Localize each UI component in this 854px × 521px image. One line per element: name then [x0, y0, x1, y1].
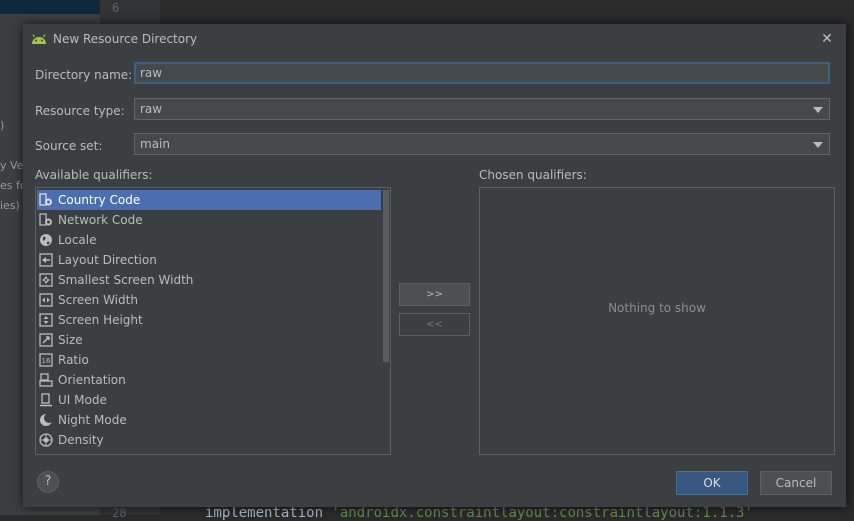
panel-text-fragment: ) — [0, 119, 5, 132]
scrollbar-thumb[interactable] — [383, 190, 389, 362]
qualifier-label: Layout Direction — [58, 253, 157, 267]
chosen-qualifiers-list[interactable]: Nothing to show — [479, 187, 835, 455]
orientation-icon — [39, 373, 53, 387]
code-string: 'androidx.constraintlayout:constraintlay… — [331, 505, 753, 521]
list-item-smallest-screen-width[interactable]: Smallest Screen Width — [37, 270, 381, 290]
line-number: 28 — [112, 506, 127, 520]
chosen-qualifiers-label: Chosen qualifiers: — [479, 168, 587, 182]
list-item-ratio[interactable]: 16 Ratio — [37, 350, 381, 370]
screen-width-icon — [39, 293, 53, 307]
list-item-screen-width[interactable]: Screen Width — [37, 290, 381, 310]
qualifier-label: Night Mode — [58, 413, 127, 427]
line-number: 6 — [112, 1, 120, 15]
source-set-dropdown[interactable]: main — [134, 133, 830, 155]
help-button[interactable]: ? — [37, 471, 59, 493]
directory-name-value: raw — [140, 66, 163, 80]
list-item-size[interactable]: Size — [37, 330, 381, 350]
list-item-night-mode[interactable]: Night Mode — [37, 410, 381, 430]
chevron-down-icon — [813, 107, 823, 113]
list-item-ui-mode[interactable]: UI Mode — [37, 390, 381, 410]
chevron-down-icon — [813, 142, 823, 148]
dialog-titlebar[interactable]: New Resource Directory ✕ — [23, 24, 846, 54]
available-qualifiers-list[interactable]: Country Code Network Code Locale Layout … — [35, 187, 391, 455]
qualifier-label: UI Mode — [58, 393, 107, 407]
panel-text-fragment: ies) — [0, 199, 20, 212]
country-code-icon — [39, 193, 53, 207]
resource-type-dropdown[interactable]: raw — [134, 98, 830, 120]
night-mode-icon — [39, 413, 54, 427]
resource-type-value: raw — [140, 102, 163, 116]
dialog-title: New Resource Directory — [53, 32, 198, 46]
qualifier-label: Size — [58, 333, 83, 347]
close-icon: ✕ — [821, 31, 833, 47]
density-icon — [39, 433, 53, 447]
add-qualifier-button[interactable]: >> — [399, 283, 470, 306]
empty-list-text: Nothing to show — [608, 301, 706, 315]
list-item-orientation[interactable]: Orientation — [37, 370, 381, 390]
size-icon — [39, 333, 53, 347]
smallest-width-icon — [39, 273, 53, 287]
project-panel-selection — [0, 0, 100, 14]
qualifier-label: Network Code — [58, 213, 143, 227]
list-item-network-code[interactable]: Network Code — [37, 210, 381, 230]
globe-icon — [39, 233, 53, 247]
ratio-icon: 16 — [39, 353, 53, 367]
code-keyword: implementation — [205, 505, 332, 521]
qualifier-label: Country Code — [58, 193, 141, 207]
qualifier-label: Screen Height — [58, 313, 143, 327]
source-set-value: main — [140, 137, 170, 151]
editor-code-line: implementation 'androidx.constraintlayou… — [205, 505, 753, 521]
source-set-label: Source set: — [35, 139, 103, 153]
list-scrollbar[interactable] — [381, 188, 390, 454]
ui-mode-icon — [39, 393, 53, 407]
list-item-country-code[interactable]: Country Code — [37, 190, 381, 210]
ok-button[interactable]: OK — [676, 471, 748, 495]
qualifier-label: Locale — [58, 233, 97, 247]
remove-qualifier-button[interactable]: << — [399, 313, 470, 336]
network-code-icon — [39, 213, 53, 227]
list-item-locale[interactable]: Locale — [37, 230, 381, 250]
cancel-button[interactable]: Cancel — [760, 471, 832, 495]
list-item-density[interactable]: Density — [37, 430, 381, 450]
directory-name-label: Directory name: — [35, 68, 133, 82]
qualifier-label: Smallest Screen Width — [58, 273, 194, 287]
qualifier-label: Density — [58, 433, 104, 447]
svg-text:16: 16 — [42, 357, 51, 365]
available-qualifiers-label: Available qualifiers: — [35, 168, 153, 182]
directory-name-input[interactable]: raw — [134, 62, 830, 84]
qualifier-label: Ratio — [58, 353, 89, 367]
resource-type-label: Resource type: — [35, 104, 125, 118]
qualifier-label: Orientation — [58, 373, 126, 387]
android-icon — [31, 33, 47, 45]
layout-direction-icon — [39, 253, 53, 267]
qualifier-label: Screen Width — [58, 293, 138, 307]
screen-height-icon — [39, 313, 53, 327]
help-icon: ? — [44, 474, 52, 489]
new-resource-directory-dialog: New Resource Directory ✕ Directory name:… — [23, 24, 846, 507]
list-item-screen-height[interactable]: Screen Height — [37, 310, 381, 330]
list-item-layout-direction[interactable]: Layout Direction — [37, 250, 381, 270]
close-button[interactable]: ✕ — [818, 30, 836, 48]
